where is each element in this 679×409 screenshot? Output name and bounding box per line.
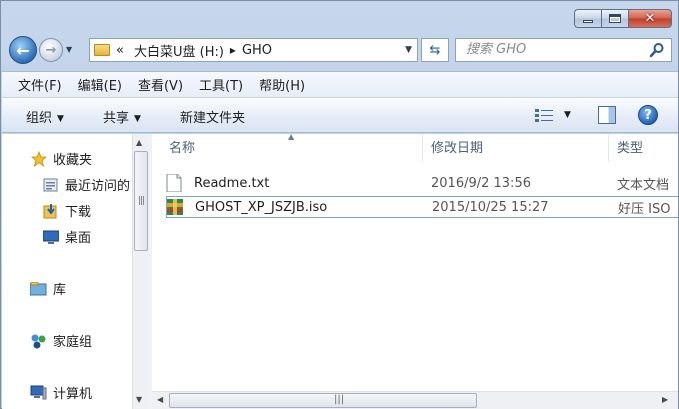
new-folder-button[interactable]: 新建文件夹 <box>180 107 245 126</box>
search-icon[interactable] <box>649 42 665 58</box>
nav-libraries[interactable]: 库 <box>30 279 66 298</box>
back-arrow-icon: ← <box>16 40 30 60</box>
nav-desktop[interactable]: 桌面 <box>42 227 91 246</box>
change-view-icon[interactable] <box>535 109 553 122</box>
address-dropdown-icon[interactable]: ▼ <box>405 45 412 55</box>
command-bar: 组织 ▼ 共享 ▼ 新建文件夹 ▼ ? <box>2 97 678 133</box>
scroll-right-arrow-icon[interactable]: ▶ <box>662 395 668 404</box>
file-date: 2016/9/2 13:56 <box>431 175 531 191</box>
scroll-down-arrow-icon[interactable]: ▼ <box>136 395 142 404</box>
column-divider[interactable] <box>422 134 423 162</box>
minimize-icon <box>583 20 593 23</box>
file-list: ▲ 名称 修改日期 类型 Readme.txt 2016/9/2 13:56 文… <box>152 134 678 409</box>
scrollbar-grip: ||| <box>334 394 345 405</box>
recent-pages-dropdown[interactable]: ▼ <box>66 45 72 54</box>
breadcrumb-overflow[interactable]: « <box>116 43 124 58</box>
breadcrumb-separator-icon[interactable]: ▸ <box>230 43 236 57</box>
nav-homegroup[interactable]: 家庭组 <box>30 331 92 350</box>
folder-icon <box>94 44 110 56</box>
computer-icon <box>30 385 47 401</box>
nav-computer[interactable]: 计算机 <box>30 383 92 402</box>
explorer-window: ✕ ← → ▼ « 大白菜U盘 (H:) ▸ GHO ▼ ⇆ 搜索 GHO 文件… <box>0 0 679 409</box>
scrollbar-thumb[interactable]: ||| <box>169 393 477 408</box>
close-button[interactable]: ✕ <box>628 9 672 28</box>
libraries-icon <box>30 281 47 297</box>
nav-favorites-label: 收藏夹 <box>53 153 93 168</box>
address-bar[interactable]: « 大白菜U盘 (H:) ▸ GHO ▼ <box>89 38 418 62</box>
nav-downloads[interactable]: 下载 <box>42 201 91 220</box>
back-button[interactable]: ← <box>9 36 37 64</box>
nav-computer-label: 计算机 <box>53 387 93 402</box>
file-name: GHOST_XP_JSZJB.iso <box>195 199 328 215</box>
share-label: 共享 <box>103 111 130 126</box>
forward-arrow-icon: → <box>45 42 57 58</box>
column-header-type[interactable]: 类型 <box>617 134 643 162</box>
homegroup-icon <box>30 333 47 349</box>
breadcrumb-folder[interactable]: GHO <box>242 43 272 58</box>
menu-help[interactable]: 帮助(H) <box>259 75 305 94</box>
column-header-name[interactable]: 名称 <box>169 134 195 162</box>
caption-buttons: ✕ <box>574 9 672 28</box>
nav-desktop-label: 桌面 <box>65 231 92 246</box>
close-icon: ✕ <box>644 11 656 26</box>
scroll-up-arrow-icon[interactable]: ▲ <box>136 138 142 147</box>
nav-libraries-label: 库 <box>53 283 67 298</box>
column-divider[interactable] <box>608 134 609 162</box>
file-type: 文本文档 <box>617 177 670 193</box>
help-icon[interactable]: ? <box>638 105 658 125</box>
nav-recent[interactable]: 最近访问的 <box>42 175 130 194</box>
search-placeholder: 搜索 GHO <box>466 42 527 57</box>
navigation-pane-scrollbar[interactable]: ▲ ||| ▼ <box>132 134 148 409</box>
downloads-folder-icon <box>42 203 59 219</box>
menu-tools[interactable]: 工具(T) <box>199 75 243 94</box>
refresh-button[interactable]: ⇆ <box>421 38 449 62</box>
scroll-left-arrow-icon[interactable]: ◀ <box>157 395 163 404</box>
menu-file[interactable]: 文件(F) <box>18 75 62 94</box>
organize-button[interactable]: 组织 ▼ <box>26 107 64 126</box>
file-type: 好压 ISO <box>618 201 671 217</box>
menu-view[interactable]: 查看(V) <box>138 75 183 94</box>
iso-archive-icon <box>167 199 183 215</box>
forward-button[interactable]: → <box>39 38 63 62</box>
scrollbar-grip: ||| <box>138 196 145 206</box>
view-options-dropdown-icon[interactable]: ▼ <box>564 110 571 120</box>
maximize-icon <box>609 14 621 23</box>
desktop-icon <box>42 229 59 245</box>
file-date: 2015/10/25 15:27 <box>432 199 549 215</box>
recent-places-icon <box>42 177 59 193</box>
minimize-button[interactable] <box>574 9 601 28</box>
nav-recent-label: 最近访问的 <box>65 179 131 194</box>
text-file-icon <box>166 174 182 192</box>
refresh-icon: ⇆ <box>429 42 441 58</box>
menu-bar: 文件(F) 编辑(E) 查看(V) 工具(T) 帮助(H) <box>2 71 678 97</box>
organize-dropdown-icon: ▼ <box>57 114 64 124</box>
file-row-selected[interactable]: GHOST_XP_JSZJB.iso 2015/10/25 15:27 好压 I… <box>166 196 678 218</box>
file-name: Readme.txt <box>194 175 270 191</box>
star-icon <box>30 150 47 167</box>
navigation-row: ← → ▼ « 大白菜U盘 (H:) ▸ GHO ▼ ⇆ 搜索 GHO <box>9 35 672 65</box>
scrollbar-thumb[interactable]: ||| <box>134 151 148 251</box>
column-header-date[interactable]: 修改日期 <box>431 134 483 162</box>
navigation-pane: 收藏夹 最近访问的 下载 桌面 库 家庭组 计算机 ▲ ||| ▼ <box>2 134 148 409</box>
share-dropdown-icon: ▼ <box>134 114 141 124</box>
file-list-horizontal-scrollbar[interactable]: ◀ ||| ▶ <box>152 391 678 409</box>
share-button[interactable]: 共享 ▼ <box>103 107 141 126</box>
breadcrumb-drive[interactable]: 大白菜U盘 (H:) <box>134 41 224 60</box>
maximize-button[interactable] <box>601 9 628 28</box>
preview-pane-icon[interactable] <box>598 106 616 124</box>
sort-ascending-icon: ▲ <box>288 134 295 141</box>
menu-edit[interactable]: 编辑(E) <box>78 75 122 94</box>
nav-favorites[interactable]: 收藏夹 <box>30 149 92 168</box>
file-row[interactable]: Readme.txt 2016/9/2 13:56 文本文档 <box>166 172 678 194</box>
nav-homegroup-label: 家庭组 <box>53 335 93 350</box>
nav-downloads-label: 下载 <box>65 205 92 220</box>
organize-label: 组织 <box>26 111 53 126</box>
search-input[interactable]: 搜索 GHO <box>455 38 672 62</box>
